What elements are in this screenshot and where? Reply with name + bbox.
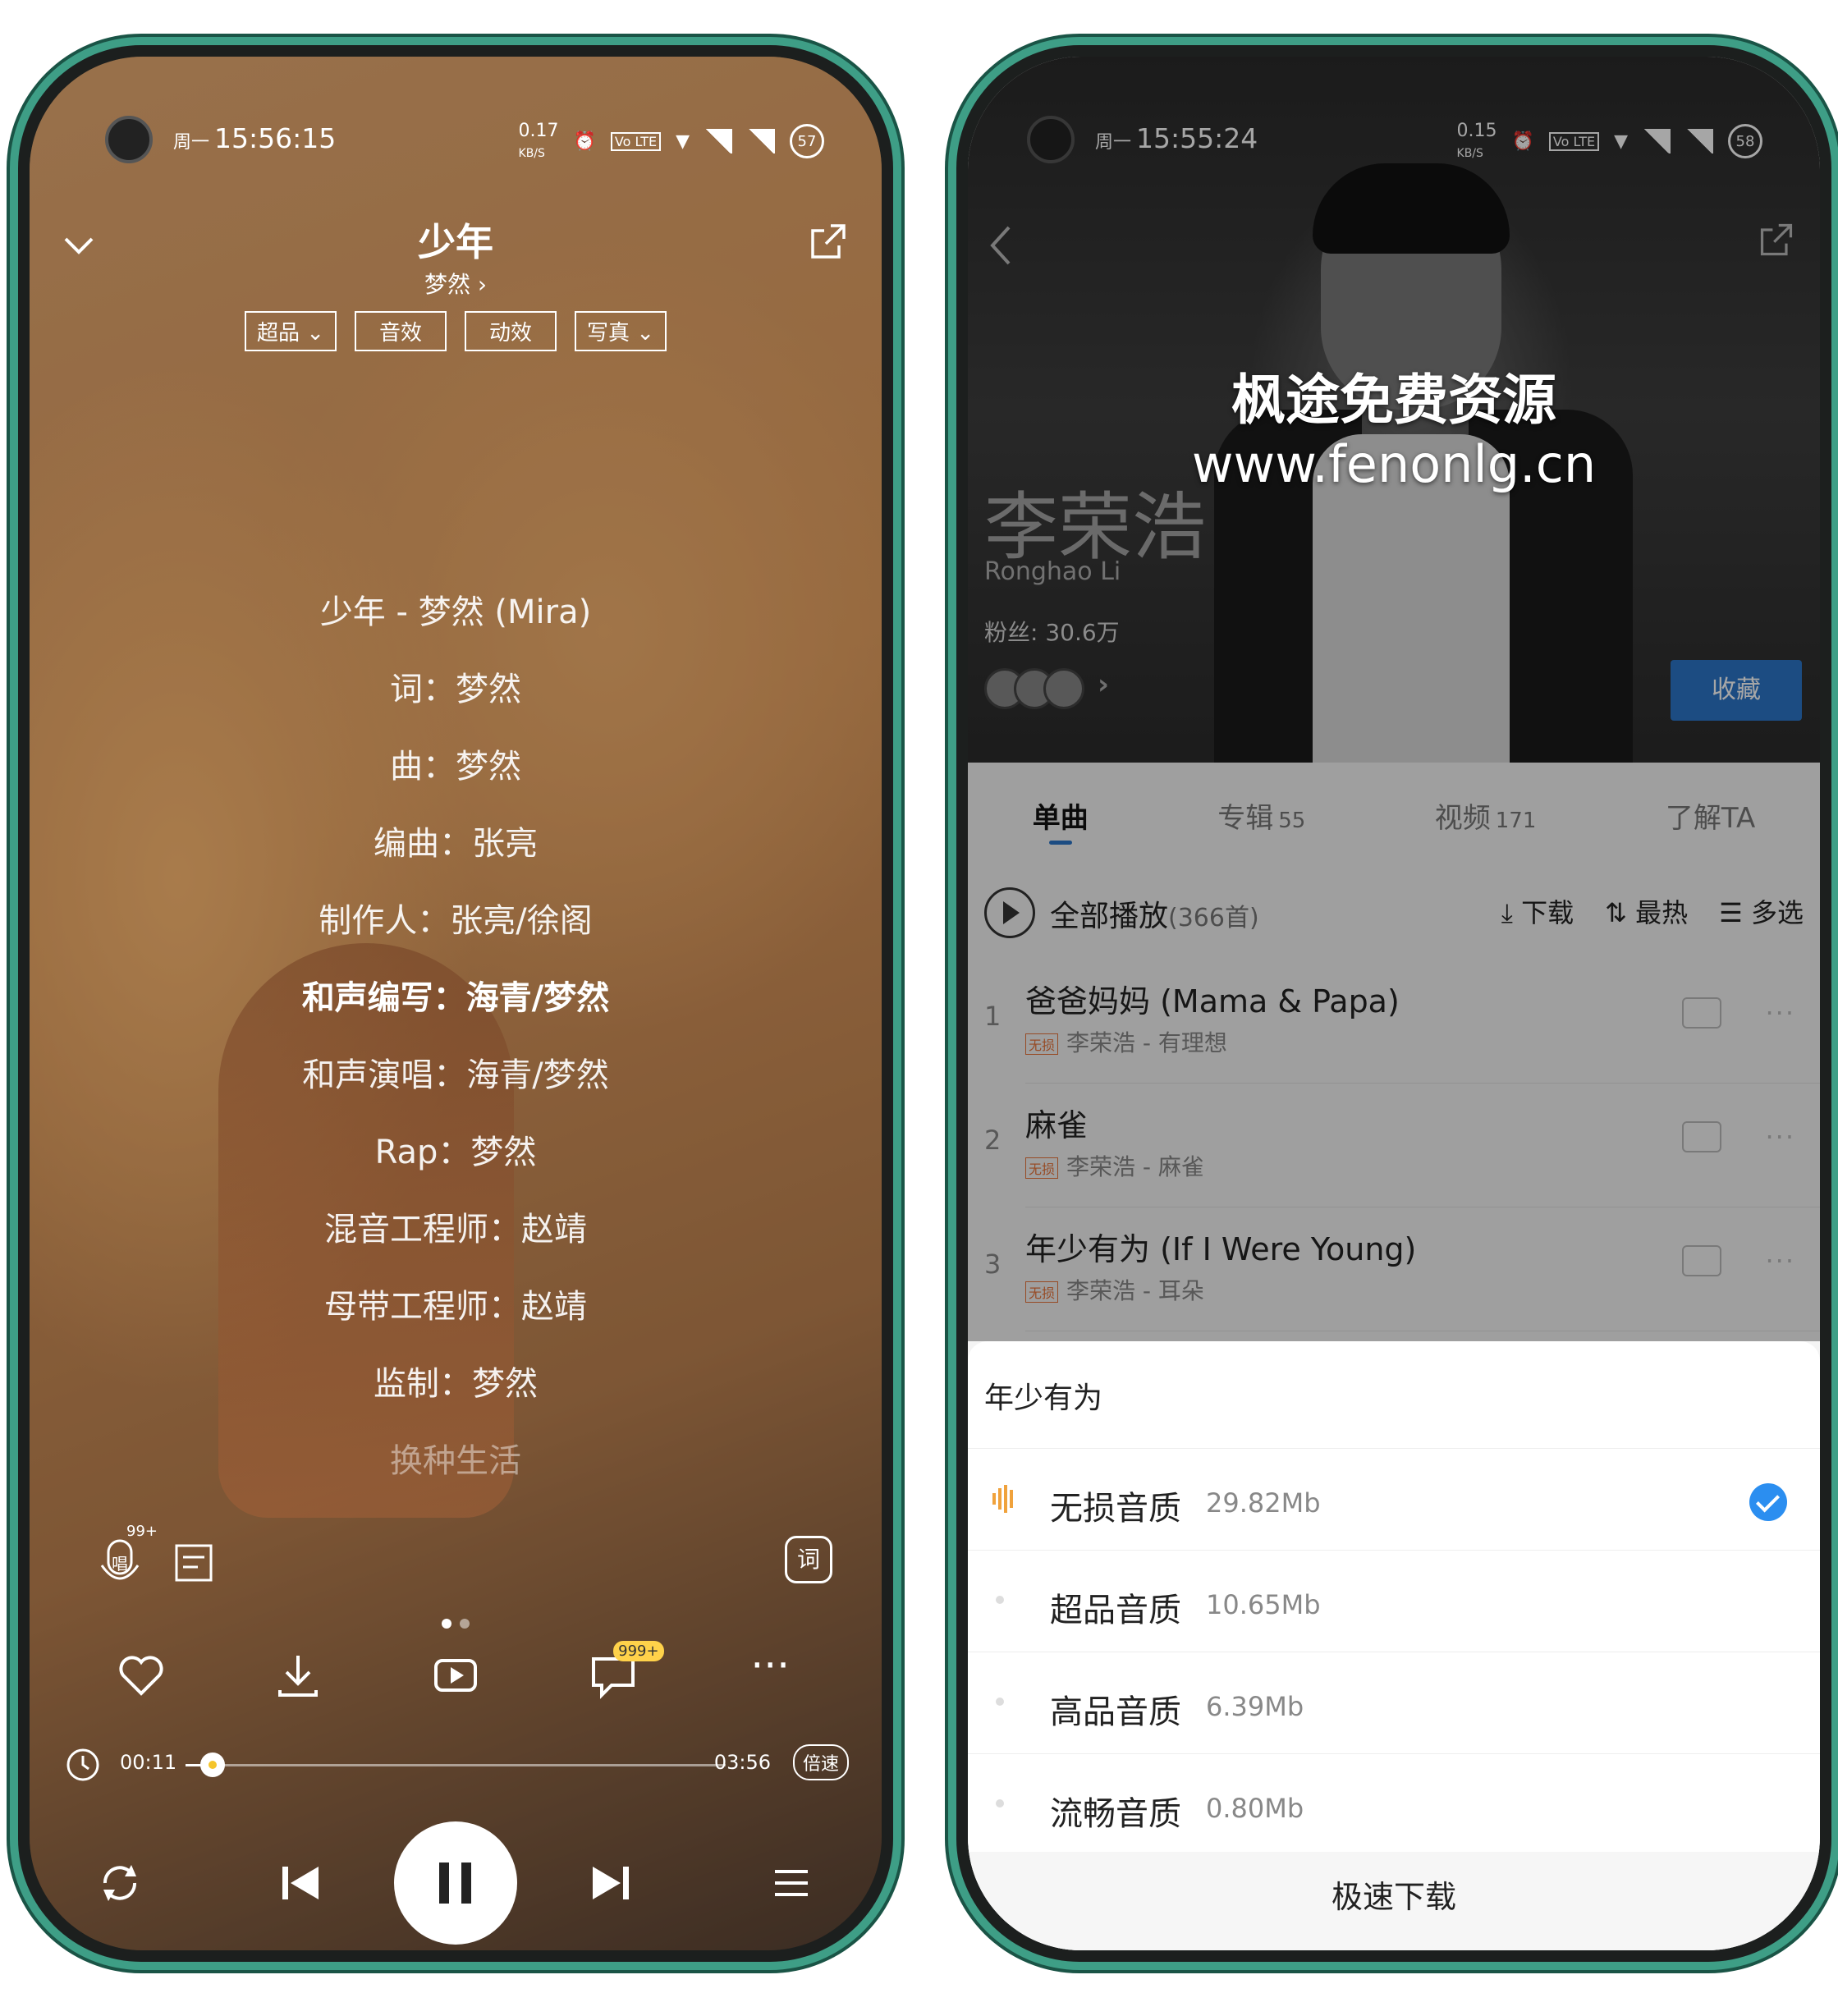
wifi-icon: ▼	[676, 131, 690, 152]
artist-screen: 周一 15:55:24 0.15 KB/S ⏰ Vo LTE ▼ 58 李荣浩 Ro…	[968, 57, 1820, 1950]
battery-icon: 57	[790, 124, 824, 158]
bullet-icon	[996, 1698, 1004, 1706]
sing-mic-button[interactable]: 唱 99+	[95, 1523, 158, 1592]
repeat-mode-icon[interactable]	[95, 1858, 144, 1908]
lyric-line: 和声演唱：海青/梦然	[302, 1056, 609, 1094]
download-icon[interactable]	[272, 1649, 324, 1702]
quality-option-high[interactable]: 高品音质 6.39Mb	[968, 1652, 1820, 1753]
lyric-line: 母带工程师：赵靖	[324, 1288, 587, 1326]
player-chips: 超品 ⌄ 音效 动效 写真 ⌄	[30, 311, 882, 351]
quality-size: 10.65Mb	[1206, 1589, 1321, 1620]
camera-cutout	[105, 116, 153, 163]
lyric-line: 制作人：张亮/徐阁	[319, 902, 593, 940]
seek-track[interactable]	[186, 1753, 726, 1777]
song-artist-link[interactable]: 梦然 ›	[30, 267, 882, 300]
modal-backdrop[interactable]	[968, 57, 1820, 1341]
chip-animation[interactable]: 动效	[465, 311, 557, 351]
mv-play-icon[interactable]	[429, 1649, 482, 1702]
quality-size: 0.80Mb	[1206, 1793, 1304, 1824]
quality-label: 超品音质	[1050, 1592, 1181, 1629]
watermark-text: 枫途免费资源	[1231, 369, 1556, 432]
sheet-title: 年少有为	[984, 1381, 1103, 1415]
quality-option-super[interactable]: 超品音质 10.65Mb	[968, 1550, 1820, 1652]
volte-icon: Vo LTE	[610, 131, 662, 151]
lyric-line: 少年 - 梦然 (Mira)	[319, 593, 592, 631]
previous-track-icon[interactable]	[276, 1858, 325, 1908]
lyric-line: 词：梦然	[390, 671, 521, 708]
sound-wave-icon	[992, 1485, 1019, 1513]
quality-option-smooth[interactable]: 流畅音质 0.80Mb	[968, 1753, 1820, 1855]
elapsed-time: 00:11	[120, 1751, 177, 1774]
phone-frame-right: 周一 15:55:24 0.15 KB/S ⏰ Vo LTE ▼ 58 李荣浩 Ro…	[956, 45, 1831, 1962]
comment-count-badge: 999+	[613, 1641, 664, 1661]
selected-check-icon	[1749, 1483, 1787, 1521]
page-indicator	[30, 1616, 882, 1632]
quality-size: 29.82Mb	[1206, 1487, 1321, 1519]
signal-icon	[704, 129, 732, 153]
player-screen: 周一 15:56:15 0.17 KB/S ⏰ Vo LTE ▼ 57 少年 梦然 …	[30, 57, 882, 1950]
playback-rate-button[interactable]: 倍速	[792, 1744, 849, 1780]
song-title: 少年	[418, 220, 493, 264]
chip-photo[interactable]: 写真 ⌄	[575, 311, 667, 351]
quality-size: 6.39Mb	[1206, 1691, 1304, 1722]
lyric-toggle-button[interactable]: 词	[785, 1536, 832, 1583]
sing-label: 唱	[112, 1554, 128, 1574]
sleep-timer-icon[interactable]	[62, 1743, 103, 1784]
next-track-icon[interactable]	[586, 1858, 635, 1908]
status-day: 周一	[173, 132, 210, 153]
comments-button[interactable]: 999+	[587, 1641, 664, 1702]
lyric-line: 编曲：张亮	[374, 825, 538, 863]
chip-sound-effect[interactable]: 音效	[355, 311, 447, 351]
phone-frame-left: 周一 15:56:15 0.17 KB/S ⏰ Vo LTE ▼ 57 少年 梦然 …	[18, 45, 893, 1962]
share-icon[interactable]	[808, 221, 849, 262]
poster-icon[interactable]	[173, 1542, 214, 1583]
status-bar: 周一 15:56:15 0.17 KB/S ⏰ Vo LTE ▼ 57	[30, 116, 882, 165]
bullet-icon	[996, 1596, 1004, 1604]
progress-bar[interactable]: 00:11 03:56 倍速	[62, 1739, 849, 1789]
lyric-line: 曲：梦然	[390, 748, 521, 786]
status-time: 15:56:15	[214, 122, 337, 154]
pause-button[interactable]	[394, 1821, 517, 1945]
lyric-line: Rap：梦然	[374, 1134, 537, 1171]
total-time: 03:56	[713, 1751, 771, 1774]
net-speed: 0.17 KB/S	[518, 121, 559, 160]
watermark-url: www.fenonlg.cn	[1191, 434, 1597, 494]
seek-knob[interactable]	[199, 1753, 225, 1777]
lyric-line-current: 和声编写：海青/梦然	[301, 979, 610, 1017]
quality-option-lossless[interactable]: 无损音质 29.82Mb	[968, 1448, 1820, 1550]
more-options-icon[interactable]: ···	[744, 1645, 796, 1702]
sing-badge: 99+	[126, 1523, 158, 1540]
like-heart-icon[interactable]	[115, 1649, 167, 1702]
download-quality-sheet: 年少有为 无损音质 29.82Mb 超品音质 10.65Mb 高品音质 6.39…	[968, 1341, 1820, 1950]
fast-download-button[interactable]: 极速下载	[968, 1852, 1820, 1950]
quality-label: 无损音质	[1050, 1490, 1181, 1528]
chip-quality[interactable]: 超品 ⌄	[245, 311, 337, 351]
signal-icon-2	[747, 129, 775, 153]
lyric-line: 监制：梦然	[374, 1365, 538, 1403]
quality-label: 高品音质	[1050, 1693, 1181, 1731]
lyric-line: 换种生活	[390, 1442, 521, 1480]
lyrics-view[interactable]: 少年 - 梦然 (Mira) 词：梦然 曲：梦然 编曲：张亮 制作人：张亮/徐阁…	[30, 574, 882, 1500]
lyric-line: 混音工程师：赵靖	[324, 1211, 587, 1249]
bullet-icon	[996, 1799, 1004, 1808]
quality-label: 流畅音质	[1050, 1795, 1181, 1833]
playlist-icon[interactable]	[767, 1858, 816, 1908]
alarm-icon: ⏰	[573, 131, 596, 152]
